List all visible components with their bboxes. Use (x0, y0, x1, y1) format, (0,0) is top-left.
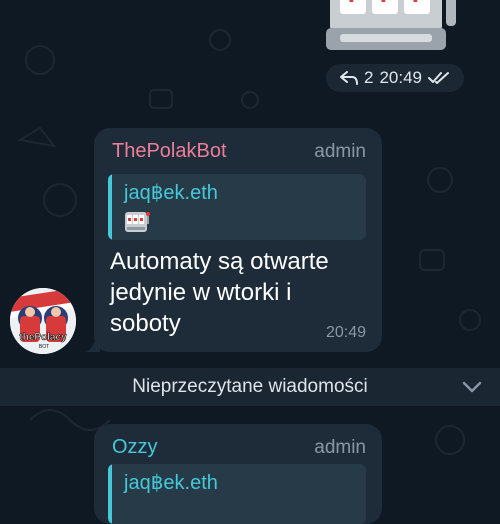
avatar-caption: thePolacy (19, 332, 67, 343)
bot-avatar-image: thePolacy BOT (10, 288, 76, 354)
double-check-icon (428, 72, 449, 84)
message-bubble[interactable]: ThePolakBot admin jaq฿ek.eth Automaty są… (94, 128, 382, 352)
reply-arrow-icon (339, 71, 358, 85)
sender-name[interactable]: Ozzy (112, 436, 158, 459)
quote-author: jaq฿ek.eth (124, 472, 218, 494)
sender-name[interactable]: ThePolakBot (112, 140, 227, 163)
svg-text:7: 7 (378, 0, 392, 8)
reply-count: 2 (363, 68, 374, 87)
admin-badge: admin (314, 141, 366, 162)
unread-divider-label: Nieprzeczytane wiadomości (132, 376, 368, 397)
message-time: 20:49 (325, 324, 366, 341)
avatar-subcaption: BOT (39, 344, 49, 350)
avatar[interactable]: thePolacy BOT (10, 288, 76, 354)
message-meta-pill[interactable]: 2 20:49 (326, 64, 464, 92)
svg-text:7: 7 (346, 0, 360, 8)
slot-machine-sticker[interactable]: 7 7 7 (326, 0, 460, 56)
slot-machine-icon (125, 212, 150, 232)
svg-text:7: 7 (410, 0, 424, 8)
admin-badge: admin (314, 437, 366, 458)
reply-quote[interactable]: jaq฿ek.eth (108, 174, 366, 240)
reply-quote[interactable]: jaq฿ek.eth (108, 464, 366, 524)
unread-messages-divider: Nieprzeczytane wiadomości (0, 368, 500, 406)
quote-author: jaq฿ek.eth (124, 182, 218, 204)
message-bubble[interactable]: Ozzy admin jaq฿ek.eth (94, 424, 382, 524)
message-time: 20:49 (379, 68, 422, 87)
chevron-down-icon[interactable] (462, 380, 482, 394)
message-text: Automaty są otwarte jedynie w wtorki i s… (110, 248, 329, 337)
